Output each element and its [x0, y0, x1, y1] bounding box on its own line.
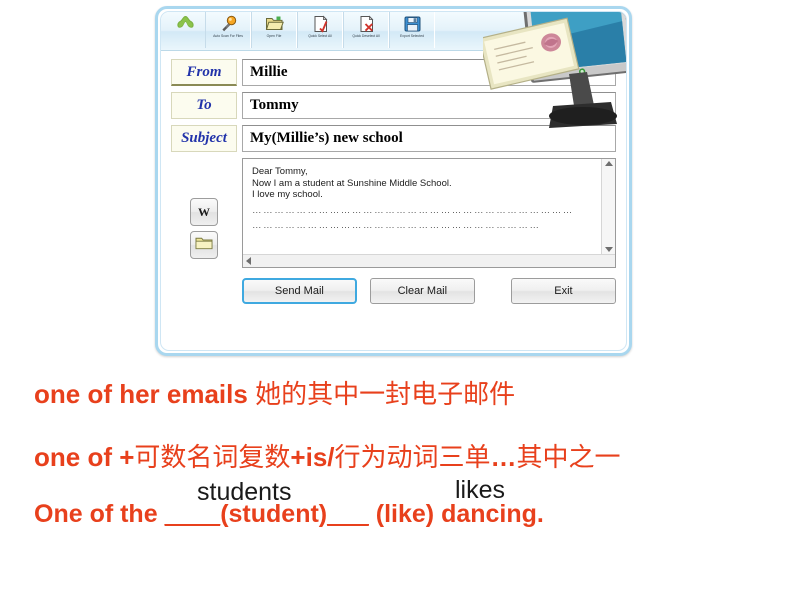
scroll-left-icon[interactable]	[246, 257, 251, 265]
annotation-line-2: one of +可数名词复数+is/行为动词三单…其中之一	[34, 437, 621, 474]
message-line: Dear Tommy,	[252, 166, 308, 177]
message-body-row: W Dear Tommy, Now I am a student at Suns…	[171, 158, 616, 268]
from-input[interactable]: Millie	[242, 59, 616, 86]
message-dotted-line: ……………………………………………………………………………	[252, 204, 574, 216]
exercise-text-a: One of the	[34, 500, 165, 528]
message-line: Now I am a student at Sunshine Middle Sc…	[252, 177, 452, 189]
toolbar-button-label: Open File	[266, 34, 282, 38]
clear-mail-button[interactable]: Clear Mail	[369, 278, 475, 304]
from-label: From	[171, 59, 237, 86]
toolbar-button-export-selected[interactable]: Export Selected	[389, 12, 435, 48]
annotation-2-chinese-b: 行为动词三单	[334, 443, 491, 473]
scroll-up-icon[interactable]	[604, 161, 613, 166]
to-label: To	[171, 92, 237, 119]
vertical-scrollbar[interactable]	[601, 159, 615, 254]
window-content: Auto Scan For Files Open File Quick Sele…	[160, 11, 627, 351]
annotation-2-chinese-c: 其中之一	[516, 443, 621, 473]
field-row-from: From Millie	[171, 59, 616, 86]
to-input[interactable]: Tommy	[242, 92, 616, 119]
exercise-blank-2: ___	[327, 500, 369, 528]
message-editor-main: Dear Tommy, Now I am a student at Sunshi…	[243, 159, 615, 254]
attachment-buttons: W	[171, 158, 237, 264]
floppy-save-icon	[403, 14, 422, 33]
magnifier-icon	[219, 14, 238, 33]
annotation-2-english-a: one of +	[34, 442, 135, 472]
action-button-bar: Send Mail Clear Mail Exit	[237, 278, 617, 304]
subject-input[interactable]: My(Millie’s) new school	[242, 125, 616, 152]
toolbar-button-label: Export Selected	[400, 34, 424, 38]
document-cross-icon	[357, 14, 376, 33]
toolbar-button-app-logo[interactable]	[165, 12, 205, 48]
attach-word-document-button[interactable]: W	[190, 198, 218, 226]
message-editor: Dear Tommy, Now I am a student at Sunshi…	[242, 158, 616, 268]
subject-label: Subject	[171, 125, 237, 152]
annotation-line-1: one of her emails 她的其中一封电子邮件	[34, 374, 515, 411]
annotation-2-chinese-a: 可数名词复数	[134, 443, 291, 473]
send-mail-button[interactable]: Send Mail	[242, 278, 357, 304]
toolbar-button-label: Quick Deselect All	[352, 34, 380, 38]
exit-button[interactable]: Exit	[510, 278, 617, 304]
message-line: I love my school.	[252, 189, 323, 200]
toolbar-button-label: Quick Select All	[308, 34, 332, 38]
annotation-1-english: one of her emails	[34, 379, 256, 409]
toolbar-button-quick-deselect-all[interactable]: Quick Deselect All	[343, 12, 389, 48]
toolbar: Auto Scan For Files Open File Quick Sele…	[161, 12, 626, 51]
annotation-1-chinese: 她的其中一封电子邮件	[255, 380, 516, 410]
message-text-area[interactable]: Dear Tommy, Now I am a student at Sunshi…	[243, 159, 601, 254]
toolbar-button-open-file[interactable]: Open File	[251, 12, 297, 48]
document-check-icon	[311, 14, 330, 33]
exercise-answer-1: students	[197, 478, 292, 506]
exercise-answer-2: likes	[455, 476, 506, 504]
annotation-2-english-c: …	[490, 442, 517, 472]
field-row-to: To Tommy	[171, 92, 616, 119]
email-client-window: Auto Scan For Files Open File Quick Sele…	[155, 6, 632, 356]
field-row-subject: Subject My(Millie’s) new school	[171, 125, 616, 152]
toolbar-button-quick-select-all[interactable]: Quick Select All	[297, 12, 343, 48]
toolbar-button-label: Auto Scan For Files	[213, 34, 243, 38]
logo-icon	[176, 14, 195, 33]
folder-icon	[195, 236, 213, 254]
open-folder-icon	[265, 14, 284, 33]
compose-form: From Millie To Tommy Subject My(Millie’s…	[161, 51, 626, 304]
annotation-2-english-b: +is/	[290, 442, 335, 472]
toolbar-button-auto-scan-for-files[interactable]: Auto Scan For Files	[205, 12, 251, 48]
attach-folder-button[interactable]	[190, 231, 218, 259]
message-dotted-line: ……………………………………………………………………	[252, 220, 541, 231]
scroll-down-icon[interactable]	[604, 247, 613, 252]
horizontal-scrollbar[interactable]	[243, 254, 615, 267]
